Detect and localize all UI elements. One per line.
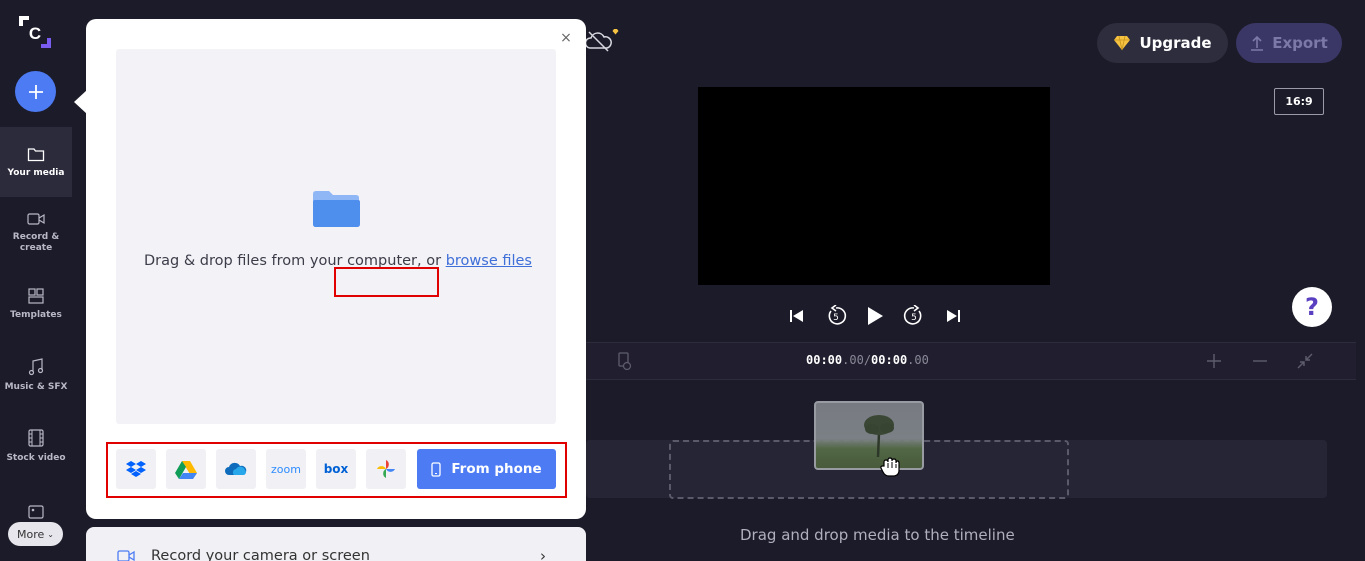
camera-icon [27, 213, 45, 225]
skip-back-icon [790, 310, 803, 322]
add-audio-button[interactable] [613, 350, 635, 372]
skip-forward-icon [947, 310, 960, 322]
rewind-5-button[interactable]: 5 [825, 303, 847, 329]
templates-icon [28, 287, 44, 304]
svg-text:5: 5 [911, 313, 917, 323]
diamond-icon [1114, 35, 1131, 51]
cloud-off-icon [586, 29, 619, 52]
rewind-5-icon: 5 [828, 305, 847, 325]
timeline-toolbar [586, 342, 1356, 380]
forward-5-button[interactable]: 5 [903, 303, 925, 329]
export-button[interactable]: Export [1236, 23, 1342, 63]
sidebar-item-templates[interactable]: Templates [0, 269, 72, 339]
highlight-box-browse [334, 267, 439, 297]
total-time-frac: .00 [907, 353, 929, 367]
file-drop-zone[interactable] [116, 49, 556, 424]
upgrade-label: Upgrade [1139, 34, 1212, 52]
play-icon [868, 307, 883, 325]
folder-icon [313, 191, 360, 227]
add-media-button[interactable] [15, 71, 56, 112]
record-option-label: Record your camera or screen [151, 548, 370, 561]
fit-timeline-button[interactable] [1294, 350, 1316, 372]
aspect-ratio-button[interactable]: 16:9 [1274, 88, 1324, 115]
browse-files-link[interactable]: browse files [446, 253, 532, 269]
question-icon: ? [1305, 293, 1319, 321]
upgrade-button[interactable]: Upgrade [1097, 23, 1228, 63]
sidebar-item-your-media[interactable]: Your media [0, 127, 72, 197]
sidebar-item-record-create[interactable]: Record & create [0, 198, 72, 268]
collapse-icon [1297, 353, 1313, 369]
svg-text:5: 5 [833, 313, 839, 323]
plus-icon [1207, 354, 1221, 368]
grab-cursor-icon [880, 457, 900, 477]
sidebar-item-stock-video[interactable]: Stock video [0, 411, 72, 481]
close-icon: × [560, 30, 572, 46]
play-button[interactable] [864, 303, 886, 329]
skip-end-button[interactable] [942, 303, 964, 329]
time-separator: / [863, 353, 872, 367]
forward-5-icon: 5 [903, 305, 922, 325]
plus-icon [28, 84, 43, 99]
timeline-hint: Drag and drop media to the timeline [740, 526, 1015, 544]
sidebar-item-label: Your media [7, 167, 65, 178]
left-rail: C Your media Record & create Templates M… [0, 0, 72, 561]
skip-start-button[interactable] [786, 303, 808, 329]
sidebar-item-music-sfx[interactable]: Music & SFX [0, 340, 72, 410]
playback-controls: 5 5 [786, 303, 964, 329]
audio-add-icon [618, 352, 632, 370]
music-icon [28, 357, 44, 375]
more-button[interactable]: More ⌄ [8, 522, 63, 546]
sidebar-item-label: Music & SFX [4, 381, 68, 392]
help-button[interactable]: ? [1292, 287, 1332, 327]
sidebar-item-label: Record & create [12, 232, 60, 253]
video-preview [698, 87, 1050, 285]
timecode: 00:00.00/00:00.00 [806, 353, 929, 367]
camera-icon [117, 550, 135, 561]
svg-text:C: C [29, 24, 41, 43]
sidebar-item-label: Stock video [6, 452, 66, 463]
highlight-box-sources [106, 442, 567, 498]
current-time-frac: .00 [842, 353, 864, 367]
chevron-right-icon: › [540, 547, 546, 561]
chevron-down-icon: ⌄ [47, 529, 54, 539]
clipchamp-logo[interactable]: C [17, 14, 53, 50]
aspect-ratio-label: 16:9 [1285, 95, 1313, 108]
zoom-out-button[interactable] [1249, 350, 1271, 372]
image-icon [28, 505, 44, 519]
total-time: 00:00 [871, 353, 908, 367]
current-time: 00:00 [806, 353, 843, 367]
sidebar-item-label: Templates [10, 309, 62, 320]
film-icon [28, 428, 44, 447]
more-label: More [17, 527, 45, 541]
minus-icon [1253, 360, 1267, 362]
dragged-media-thumbnail[interactable] [814, 401, 924, 470]
tree-image [864, 415, 894, 458]
export-label: Export [1272, 34, 1328, 52]
upload-icon [1251, 35, 1264, 51]
folder-icon [27, 147, 45, 161]
zoom-in-button[interactable] [1203, 350, 1225, 372]
close-button[interactable]: × [558, 30, 574, 46]
